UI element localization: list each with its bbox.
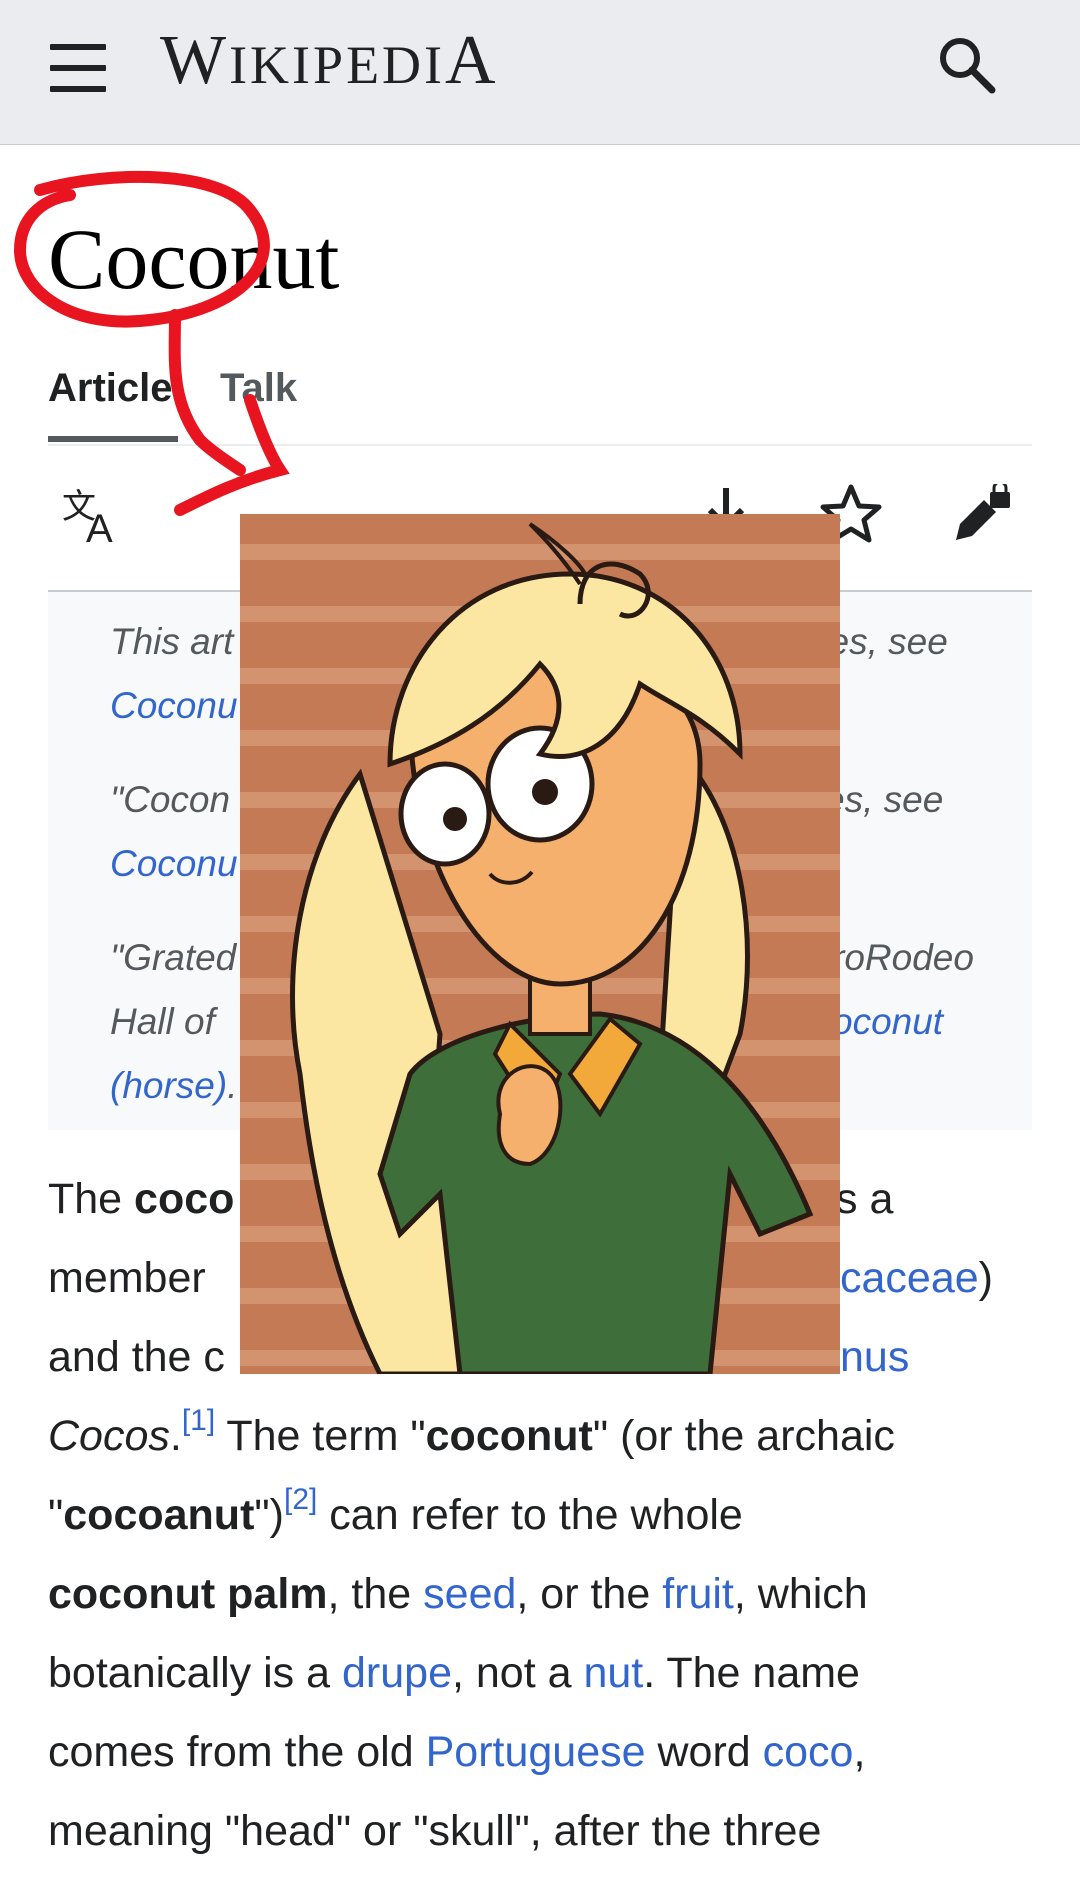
hatnote-3-link[interactable]: oconut — [832, 990, 943, 1054]
link-seed[interactable]: seed — [423, 1570, 516, 1618]
link-drupe[interactable]: drupe — [342, 1649, 452, 1697]
body-line: Cocos.[1] The term "coconut" (or the arc… — [48, 1404, 895, 1461]
page-title: Coconut — [48, 211, 340, 307]
tab-bar: Article Talk — [48, 364, 1032, 446]
body-line: coconut palm, the seed, or the fruit, wh… — [48, 1570, 868, 1618]
search-icon[interactable] — [934, 32, 998, 96]
tab-article[interactable]: Article — [48, 366, 173, 411]
hatnote-3-link-horse[interactable]: (horse) — [110, 1065, 227, 1106]
link-fruit[interactable]: fruit — [662, 1570, 734, 1618]
link-nut[interactable]: nut — [583, 1649, 643, 1697]
tab-talk[interactable]: Talk — [220, 366, 297, 411]
body-line: botanically is a drupe, not a nut. The n… — [48, 1649, 860, 1697]
active-tab-indicator — [48, 436, 178, 442]
hatnote-1-link[interactable]: Coconu — [110, 685, 238, 726]
body-line: "cocoanut")[2] can refer to the whole — [48, 1483, 743, 1540]
body-line: comes from the old Portuguese word coco, — [48, 1728, 866, 1776]
link-coco[interactable]: coco — [763, 1728, 854, 1776]
cartoon-girl-illustration — [240, 514, 840, 1374]
edit-lock-icon[interactable] — [952, 484, 1014, 544]
svg-text:A: A — [86, 507, 113, 544]
link-genus[interactable]: nus — [840, 1318, 909, 1397]
link-portuguese[interactable]: Portuguese — [426, 1728, 646, 1776]
link-arecaceae[interactable]: caceae — [840, 1254, 979, 1302]
body-line: meaning "head" or "skull", after the thr… — [48, 1807, 822, 1855]
header-bar: WIKIPEDIA — [0, 0, 1080, 145]
hatnote-2-link[interactable]: Coconu — [110, 843, 238, 884]
wikipedia-wordmark[interactable]: WIKIPEDIA — [160, 26, 499, 96]
language-icon[interactable]: 文 A — [62, 484, 128, 544]
reference-2[interactable]: [2] — [284, 1483, 317, 1516]
hamburger-menu-icon[interactable] — [50, 44, 106, 92]
reference-1[interactable]: [1] — [182, 1404, 215, 1437]
